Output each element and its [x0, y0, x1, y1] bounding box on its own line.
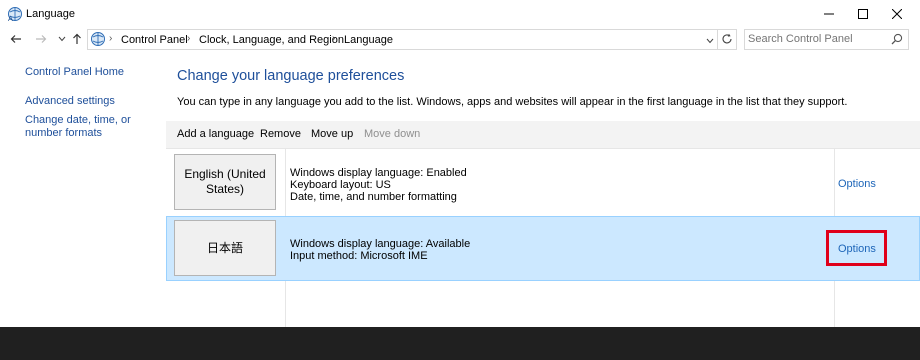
- page-title: Change your language preferences: [177, 68, 405, 84]
- language-details: Windows display language: Available Inpu…: [290, 238, 470, 262]
- move-down-button[interactable]: Move down: [364, 128, 420, 140]
- language-detail-line: Windows display language: Enabled: [290, 167, 467, 179]
- address-divider: [717, 29, 718, 50]
- address-dropdown-button[interactable]: [706, 35, 714, 47]
- window-title: Language: [26, 8, 75, 20]
- language-row-japanese[interactable]: 日本語 Windows display language: Available …: [166, 216, 920, 281]
- breadcrumb-clock-language-region[interactable]: Clock, Language, and Region: [199, 34, 344, 46]
- breadcrumb-separator-icon: ›: [332, 33, 336, 44]
- search-icon[interactable]: [891, 33, 903, 48]
- language-app-icon: A: [7, 6, 23, 23]
- add-language-button[interactable]: Add a language: [177, 128, 254, 140]
- control-panel-icon: [90, 31, 106, 47]
- remove-button[interactable]: Remove: [260, 128, 301, 140]
- language-detail-line: Keyboard layout: US: [290, 179, 391, 191]
- breadcrumb-language[interactable]: Language: [344, 34, 393, 46]
- language-detail-line: Date, time, and number formatting: [290, 191, 457, 203]
- title-bar: [0, 0, 920, 27]
- sidebar-item-advanced-settings[interactable]: Advanced settings: [25, 95, 115, 108]
- language-tile-english[interactable]: English (United States): [174, 154, 276, 210]
- language-detail-line: Windows display language: Available: [290, 238, 471, 250]
- language-row-english[interactable]: English (United States) Windows display …: [166, 149, 920, 215]
- language-details: Windows display language: Enabled Keyboa…: [290, 167, 467, 203]
- chevron-down-icon: [58, 36, 66, 42]
- highlight-box: [826, 230, 887, 266]
- svg-text:A: A: [8, 15, 13, 22]
- language-tile-japanese[interactable]: 日本語: [174, 220, 276, 276]
- arrow-up-icon: [73, 33, 81, 44]
- move-up-button[interactable]: Move up: [311, 128, 353, 140]
- language-detail-line: Input method: Microsoft IME: [290, 250, 428, 262]
- breadcrumb-separator-icon: ›: [109, 33, 113, 44]
- arrow-left-icon: [10, 35, 21, 43]
- sidebar-item-control-panel-home[interactable]: Control Panel Home: [25, 66, 124, 79]
- english-options-link[interactable]: Options: [838, 178, 876, 190]
- arrow-right-icon: [36, 35, 47, 43]
- back-button[interactable]: [8, 31, 24, 47]
- forward-button[interactable]: [33, 31, 49, 47]
- page-description: You can type in any language you add to …: [177, 96, 848, 108]
- close-button[interactable]: [874, 0, 920, 27]
- chevron-down-icon: [706, 38, 714, 44]
- taskbar: [0, 327, 920, 360]
- sidebar-item-change-date-time-number-formats[interactable]: Change date, time, or number formats: [25, 114, 165, 140]
- breadcrumb-separator-icon: ›: [187, 33, 191, 44]
- breadcrumb-control-panel[interactable]: Control Panel: [121, 34, 188, 46]
- recent-locations-button[interactable]: [54, 31, 70, 47]
- up-button[interactable]: [69, 31, 85, 47]
- search-input[interactable]: [748, 31, 878, 47]
- refresh-icon: [722, 33, 732, 44]
- refresh-button[interactable]: [721, 33, 733, 48]
